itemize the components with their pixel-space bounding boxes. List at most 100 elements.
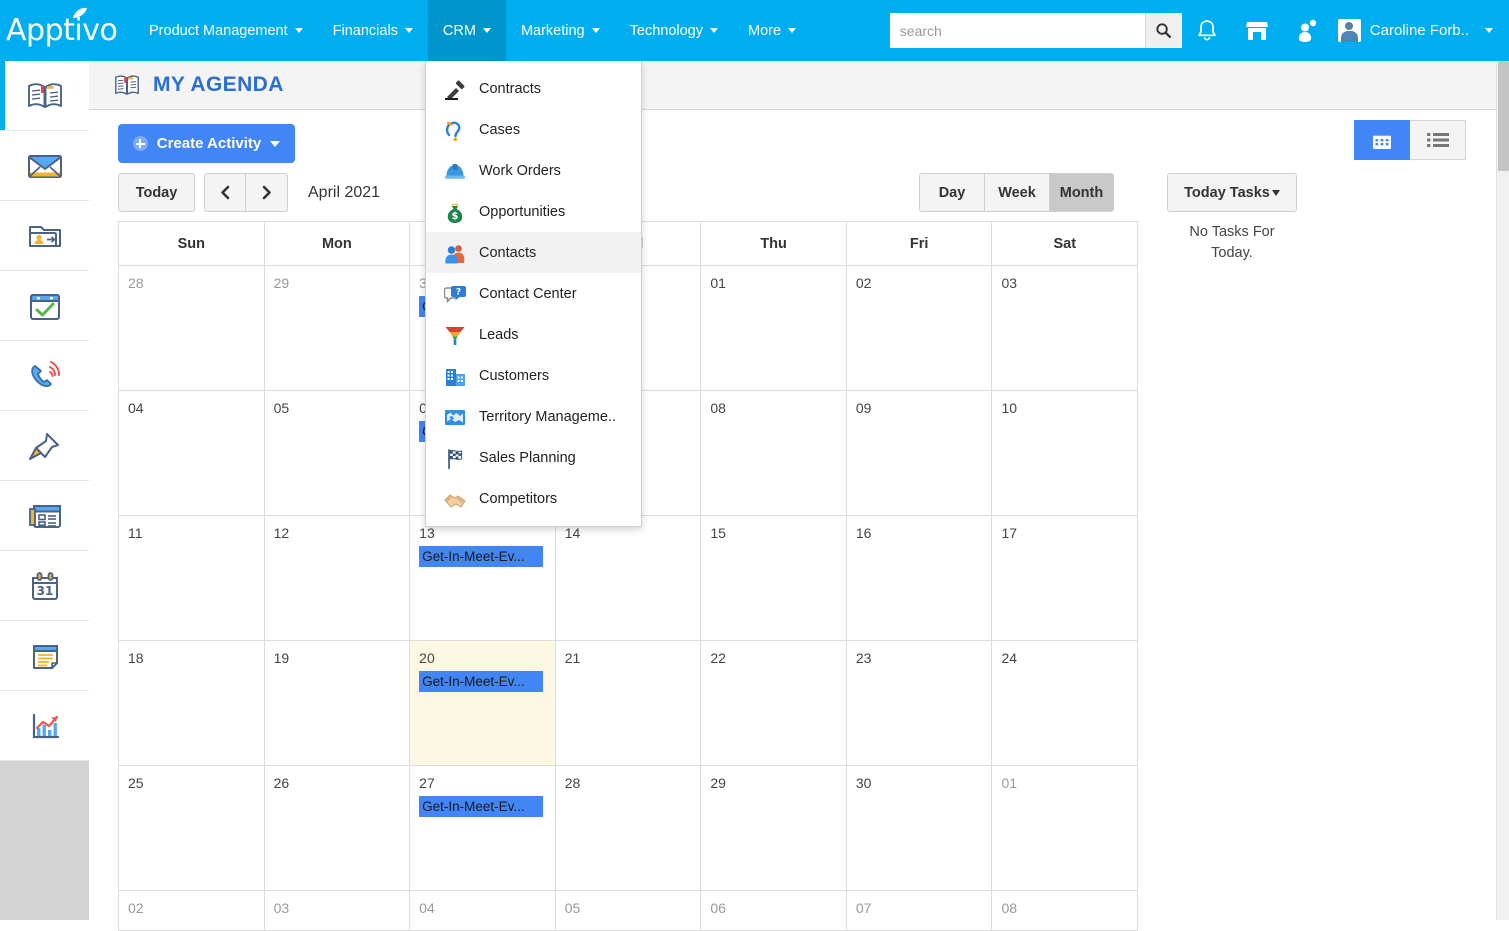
sidebar-item-reports[interactable] [0,691,89,761]
crm-menu-item-contracts[interactable]: Contracts [426,68,641,109]
add-person-button[interactable] [1282,0,1332,61]
calendar-day-cell[interactable]: 16 [847,516,993,640]
calendar-event[interactable]: Get-In-Meet-Ev... [419,796,543,817]
calendar-day-cell[interactable]: 04 [410,891,556,930]
app-logo[interactable]: Apptivo [6,16,134,46]
calendar-event[interactable]: Get-In-Meet-Ev... [419,546,543,567]
sidebar-item-notes[interactable] [0,621,89,691]
calendar-day-cell[interactable]: 29 [265,266,411,390]
crm-menu-item-sales-planning[interactable]: Sales Planning [426,437,641,478]
crm-menu-item-competitors[interactable]: Competitors [426,478,641,519]
nav-item-crm[interactable]: CRM [428,0,506,61]
calendar-view-button[interactable] [1354,120,1410,160]
calendar-day-cell[interactable]: 25 [119,766,265,890]
scrollbar-thumb[interactable] [1498,61,1509,171]
calendar-day-cell[interactable]: 17 [992,516,1137,640]
calendar-day-cell[interactable]: 28 [556,766,702,890]
calendar-day-cell[interactable]: 09 [847,391,993,515]
calendar-day-cell[interactable]: 11 [119,516,265,640]
crm-menu-item-label: Contacts [479,245,536,261]
crm-menu-item-customers[interactable]: Customers [426,355,641,396]
sidebar-item-email[interactable] [0,131,89,201]
crm-menu-item-opportunities[interactable]: $Opportunities [426,191,641,232]
calendar-day-cell[interactable]: 08 [701,391,847,515]
calendar-day-cell[interactable]: 12 [265,516,411,640]
calendar-day-cell[interactable]: 01 [992,766,1137,890]
nav-item-marketing[interactable]: Marketing [506,0,615,61]
calendar-event[interactable]: Get-In-Meet-Ev... [419,671,543,692]
sidebar-item-calls[interactable] [0,341,89,411]
crm-menu-item-cases[interactable]: Cases [426,109,641,150]
day-number: 04 [419,900,555,916]
calendar-day-cell[interactable]: 04 [119,391,265,515]
view-day-button[interactable]: Day [919,173,984,212]
calendar-day-cell[interactable]: 20Get-In-Meet-Ev... [410,641,556,765]
crm-menu-item-work-orders[interactable]: Work Orders [426,150,641,191]
calendar-day-cell[interactable]: 05 [265,391,411,515]
next-month-button[interactable] [246,173,288,212]
sidebar-item-news[interactable] [0,481,89,551]
nav-item-technology[interactable]: Technology [615,0,733,61]
calendar-day-cell[interactable]: 01 [701,266,847,390]
today-button[interactable]: Today [118,173,195,212]
sidebar-item-pinned[interactable] [0,411,89,481]
calendar-day-cell[interactable]: 06 [701,891,847,930]
calendar-day-cell[interactable]: 08 [992,891,1137,930]
crm-menu-item-territory-manageme[interactable]: Territory Manageme.. [426,396,641,437]
calendar-day-cell[interactable]: 18 [119,641,265,765]
calendar-day-cell[interactable]: 26 [265,766,411,890]
bell-icon [1196,19,1218,42]
calendar-day-cell[interactable]: 15 [701,516,847,640]
day-number: 10 [1001,400,1137,416]
calendar-day-cell[interactable]: 29 [701,766,847,890]
calendar-day-cell[interactable]: 28 [119,266,265,390]
calendar-week-row: 181920Get-In-Meet-Ev...21222324 [119,641,1137,766]
calendar-day-cell[interactable]: 02 [847,266,993,390]
calendar-view-switcher: DayWeekMonth [919,173,1114,212]
calendar-day-cell[interactable]: 21 [556,641,702,765]
sidebar-item-contacts-folder[interactable] [0,201,89,271]
calendar-day-cell[interactable]: 27Get-In-Meet-Ev... [410,766,556,890]
news-card-icon [25,496,65,536]
nav-item-financials[interactable]: Financials [318,0,428,61]
today-tasks-button[interactable]: Today Tasks [1167,173,1297,212]
user-menu[interactable]: Caroline Forb.. [1338,19,1493,42]
search-button[interactable] [1145,13,1182,48]
crm-menu-item-leads[interactable]: Leads [426,314,641,355]
calendar-day-cell[interactable]: 24 [992,641,1137,765]
day-number: 02 [856,275,992,291]
sidebar-item-calendar[interactable]: 31 [0,551,89,621]
calendar-day-cell[interactable]: 10 [992,391,1137,515]
day-number: 04 [128,400,264,416]
funnel-icon [444,324,466,346]
calendar-day-cell[interactable]: 30 [847,766,993,890]
sidebar-item-tasks[interactable] [0,271,89,341]
crm-menu-item-contact-center[interactable]: ?Contact Center [426,273,641,314]
calendar-day-cell[interactable]: 03 [992,266,1137,390]
calendar-day-cell[interactable]: 22 [701,641,847,765]
list-view-button[interactable] [1410,120,1466,160]
nav-item-product-management[interactable]: Product Management [134,0,318,61]
calendar-day-cell[interactable]: 23 [847,641,993,765]
calendar-day-cell[interactable]: 02 [119,891,265,930]
store-button[interactable] [1232,0,1282,61]
previous-month-button[interactable] [204,173,246,212]
calendar-day-cell[interactable]: 07 [847,891,993,930]
vertical-scrollbar[interactable] [1496,61,1509,920]
view-week-button[interactable]: Week [984,173,1049,212]
sidebar-item-agenda[interactable] [0,61,89,131]
gavel-icon [444,78,466,100]
calendar-day-cell[interactable]: 05 [556,891,702,930]
nav-item-more[interactable]: More [733,0,811,61]
create-activity-button[interactable]: Create Activity [118,124,295,163]
person-add-icon [1297,19,1317,43]
notifications-button[interactable] [1182,0,1232,61]
crm-menu-item-contacts[interactable]: Contacts [426,232,641,273]
day-number: 29 [274,275,410,291]
calendar-day-cell[interactable]: 13Get-In-Meet-Ev... [410,516,556,640]
calendar-day-cell[interactable]: 19 [265,641,411,765]
calendar-day-cell[interactable]: 03 [265,891,411,930]
view-month-button[interactable]: Month [1049,173,1114,212]
calendar-day-cell[interactable]: 14 [556,516,702,640]
search-input[interactable] [890,13,1145,48]
